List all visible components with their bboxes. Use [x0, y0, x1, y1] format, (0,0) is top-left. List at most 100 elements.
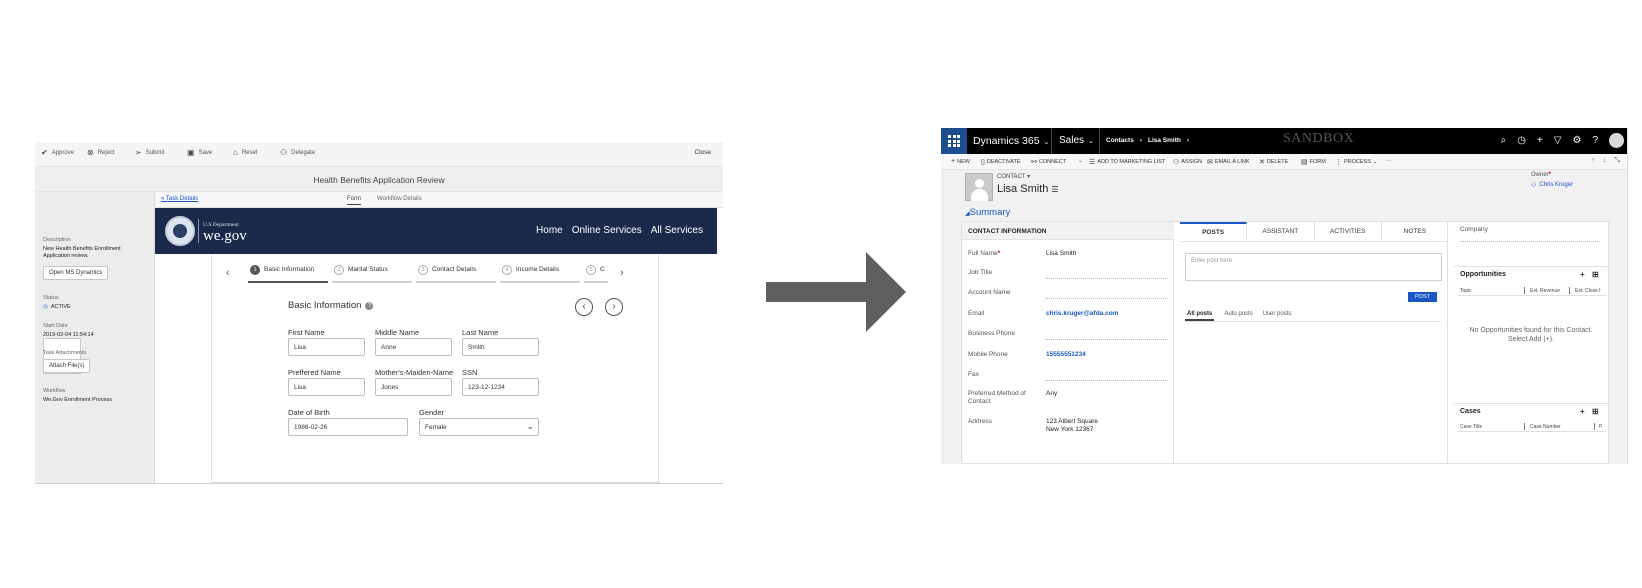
post-button[interactable]: POST [1408, 292, 1437, 302]
last-name-field[interactable]: Smith [462, 338, 539, 356]
cmd-add-to-marketing-list[interactable]: ☰ ADD TO MARKETING LIST [1089, 158, 1165, 166]
preferred-name-field[interactable]: Lisa [288, 378, 365, 396]
tab-activities[interactable]: ACTIVITIES [1315, 222, 1382, 241]
delegate-button[interactable]: ⚇ Delegate [280, 149, 315, 157]
filter-user-posts[interactable]: User posts [1263, 308, 1292, 321]
tab-assistant[interactable]: ASSISTANT [1247, 222, 1315, 241]
close-button[interactable]: Close [694, 149, 711, 156]
cmd-connect[interactable]: ⚯ CONNECT [1031, 158, 1066, 166]
tab-form[interactable]: Form [347, 196, 361, 205]
step-5[interactable]: 5C [584, 265, 608, 283]
chevron-right-icon[interactable]: › [620, 267, 624, 279]
mobile-phone-field[interactable]: 15555551234 [1046, 351, 1168, 361]
save-icon: ▣ [187, 148, 195, 157]
arrow-down-icon[interactable]: ↓ [1603, 157, 1607, 165]
breadcrumb-record[interactable]: Lisa Smith [1148, 137, 1181, 144]
grid-view-icon[interactable]: ⊞ [1592, 407, 1599, 416]
column-case-title[interactable]: Case Title [1460, 424, 1482, 430]
recent-history-icon[interactable]: ◷ [1517, 135, 1526, 146]
post-input[interactable]: Enter post here [1185, 253, 1442, 281]
plus-icon[interactable]: + [1537, 135, 1543, 146]
help-icon[interactable]: ? [365, 301, 374, 310]
ssn-field[interactable]: 123-12-1234 [462, 378, 539, 396]
tab-workflow-details[interactable]: Workflow Details [377, 196, 422, 202]
cmd-email-a-link[interactable]: ✉ EMAIL A LINK [1207, 158, 1250, 166]
chevron-right-icon[interactable]: › [1187, 137, 1189, 144]
filter-auto-posts[interactable]: Auto posts [1224, 308, 1252, 321]
wizard-steps: ‹ 1 Basic Information 2 Marital Status 3 Co… [212, 260, 660, 284]
submit-button[interactable]: ➢ Submit [135, 149, 164, 157]
step-basic-information[interactable]: 1 Basic Information [248, 265, 328, 283]
email-label: Email [968, 310, 985, 317]
maiden-name-field[interactable]: Jones [375, 378, 452, 396]
gender-select[interactable]: Female ⌄ [419, 418, 539, 436]
task-details-link[interactable]: « Task Details [161, 196, 198, 202]
column-est-revenue[interactable]: Est. Revenue [1530, 288, 1560, 294]
help-icon[interactable]: ? [1592, 135, 1598, 146]
attach-files-button[interactable]: Attach File(s) [43, 359, 91, 373]
column-est-close[interactable]: Est. Close I [1575, 288, 1606, 294]
filter-all-posts[interactable]: All posts [1185, 308, 1215, 321]
middle-name-field[interactable]: Anne [375, 338, 452, 356]
cmd-delete[interactable]: ✕ DELETE [1259, 158, 1288, 166]
dynamics-app: Dynamics 365 ⌄ Sales ⌄ Contacts › Lisa Smi… [941, 128, 1628, 464]
app-launcher-icon[interactable] [941, 128, 967, 154]
open-ms-dynamics-button[interactable]: Open MS Dynamics [43, 266, 109, 280]
nav-home[interactable]: Home [536, 225, 563, 236]
collapse-icon[interactable]: ⤡ [1614, 157, 1620, 165]
filter-icon[interactable]: ▽ [1554, 135, 1562, 146]
breadcrumb-contacts[interactable]: Contacts [1106, 137, 1134, 144]
email-field[interactable]: chris.kruger@afda.com [1046, 310, 1168, 320]
account-name-field[interactable] [1046, 289, 1168, 299]
step-income-details[interactable]: 4 Income Details [500, 265, 580, 283]
post-filters: All posts Auto posts User posts [1185, 308, 1442, 322]
summary-section-toggle[interactable]: ◢Summary [965, 207, 1010, 218]
owner-value[interactable]: ⚇ Chris Kruger [1531, 182, 1573, 189]
cmd-form[interactable]: ▤ FORM [1301, 158, 1326, 166]
dob-field[interactable]: 1986-02-26 [288, 418, 408, 436]
prev-section-button[interactable]: ‹ [575, 298, 593, 316]
arrow-up-icon[interactable]: ↑ [1591, 157, 1595, 165]
chevron-down-icon: ⌄ [1372, 159, 1378, 165]
app-switcher[interactable]: Dynamics 365 ⌄ [973, 135, 1049, 147]
search-icon[interactable]: ⌕ [1501, 135, 1507, 146]
nav-online-services[interactable]: Online Services [572, 225, 642, 236]
cmd-more[interactable]: ··· [1386, 158, 1392, 164]
cmd-process[interactable]: ⋮ PROCESS ⌄ [1335, 158, 1378, 166]
cmd-new[interactable]: + NEW [951, 158, 970, 165]
company-field[interactable]: Company [1460, 226, 1600, 242]
reject-button[interactable]: ⊗ Reject [87, 149, 115, 157]
add-case-plus-icon[interactable]: + [1580, 407, 1585, 416]
column-topic[interactable]: Topic [1460, 288, 1472, 294]
preferred-contact-field[interactable]: Any [1046, 390, 1168, 400]
chevron-left-icon[interactable]: ‹ [226, 267, 230, 279]
reset-button[interactable]: ⌂ Reset [233, 149, 258, 157]
address-field[interactable]: 123 Albert Square New York 12367 [1046, 418, 1168, 438]
job-title-field[interactable] [1046, 269, 1168, 279]
tab-notes[interactable]: NOTES [1382, 222, 1448, 241]
column-p[interactable]: P [1599, 424, 1602, 430]
entity-selector[interactable]: CONTACT ▾ [997, 173, 1030, 180]
cmd-deactivate[interactable]: ▯ DEACTIVATE [981, 158, 1021, 166]
grid-view-icon[interactable]: ⊞ [1592, 270, 1599, 279]
nav-all-services[interactable]: All Services [651, 225, 703, 236]
menu-icon[interactable]: ☰ [1051, 185, 1058, 194]
save-button[interactable]: ▣ Save [187, 149, 212, 157]
first-name-field[interactable]: Lisa [288, 338, 365, 356]
approve-button[interactable]: ✔ Approve [41, 149, 74, 157]
step-contact-details[interactable]: 3 Contact Details [416, 265, 496, 283]
contact-photo[interactable] [965, 173, 993, 201]
cmd-assign[interactable]: ⚇ ASSIGN [1173, 158, 1202, 166]
step-marital-status[interactable]: 2 Marital Status [332, 265, 412, 283]
area-switcher[interactable]: Sales ⌄ [1059, 135, 1094, 146]
column-case-number[interactable]: Case Number [1530, 424, 1561, 430]
tab-posts[interactable]: POSTS [1180, 222, 1248, 241]
add-opportunity-plus-icon[interactable]: + [1580, 270, 1585, 279]
next-section-button[interactable]: › [605, 298, 623, 316]
business-phone-field[interactable] [1046, 330, 1168, 340]
avatar[interactable] [1609, 133, 1624, 148]
full-name-field[interactable]: Lisa Smith [1046, 250, 1168, 260]
cmd-connect-dropdown[interactable]: ⌄ [1078, 158, 1083, 164]
fax-field[interactable] [1046, 371, 1168, 381]
gear-icon[interactable]: ⚙ [1572, 135, 1581, 146]
